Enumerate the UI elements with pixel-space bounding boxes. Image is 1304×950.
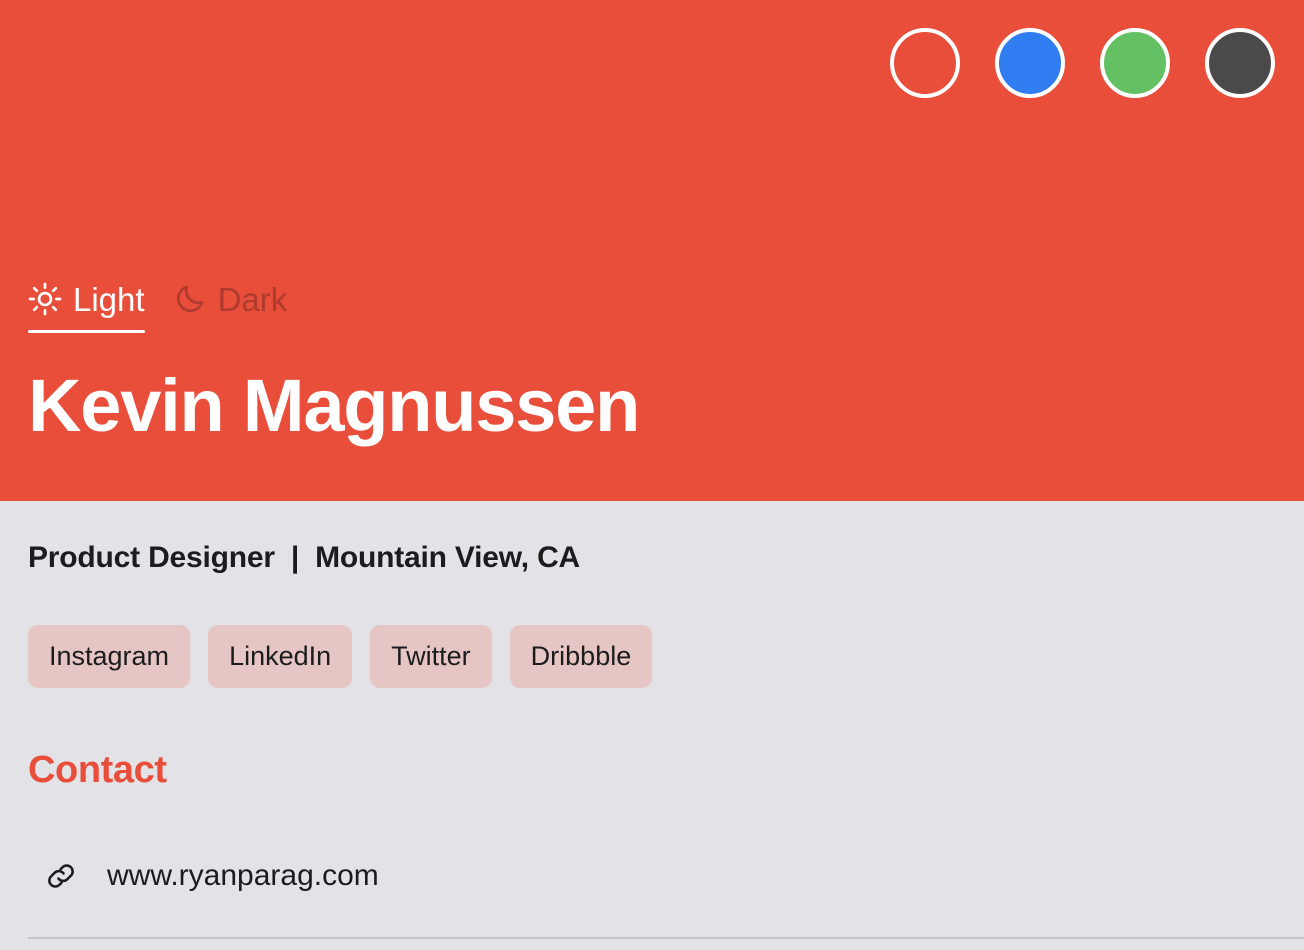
theme-option-light[interactable]: Light: [28, 282, 145, 333]
swatch-green-button[interactable]: [1100, 28, 1170, 98]
profile-hero: Light Dark Kevin Magnussen: [0, 0, 1304, 501]
theme-mode-toggle: Light Dark: [28, 282, 287, 333]
contact-website-label: www.ryanparag.com: [107, 859, 379, 892]
sun-icon: [28, 282, 62, 316]
social-tag-list: Instagram LinkedIn Twitter Dribbble: [28, 625, 653, 688]
link-icon: [44, 859, 78, 893]
theme-option-dark[interactable]: Dark: [173, 280, 288, 333]
swatch-dark-button[interactable]: [1205, 28, 1275, 98]
profile-role: Product Designer: [28, 541, 275, 574]
contact-website-link[interactable]: www.ryanparag.com: [44, 859, 379, 893]
social-tag-twitter[interactable]: Twitter: [370, 625, 492, 688]
contact-section-heading: Contact: [28, 749, 167, 791]
swatch-red-button[interactable]: [890, 28, 960, 98]
profile-meta: Product Designer | Mountain View, CA: [28, 541, 580, 575]
social-tag-linkedin[interactable]: LinkedIn: [208, 625, 353, 688]
swatch-blue-button[interactable]: [995, 28, 1065, 98]
social-tag-instagram[interactable]: Instagram: [28, 625, 191, 688]
moon-icon: [173, 282, 207, 316]
theme-option-dark-label: Dark: [217, 280, 288, 318]
profile-meta-separator: |: [290, 541, 300, 574]
contact-divider: [28, 937, 1304, 939]
page-title: Kevin Magnussen: [28, 364, 640, 447]
profile-location: Mountain View, CA: [315, 541, 581, 574]
theme-option-light-label: Light: [73, 280, 145, 318]
theme-color-picker: [890, 28, 1275, 98]
social-tag-dribbble[interactable]: Dribbble: [509, 625, 653, 688]
